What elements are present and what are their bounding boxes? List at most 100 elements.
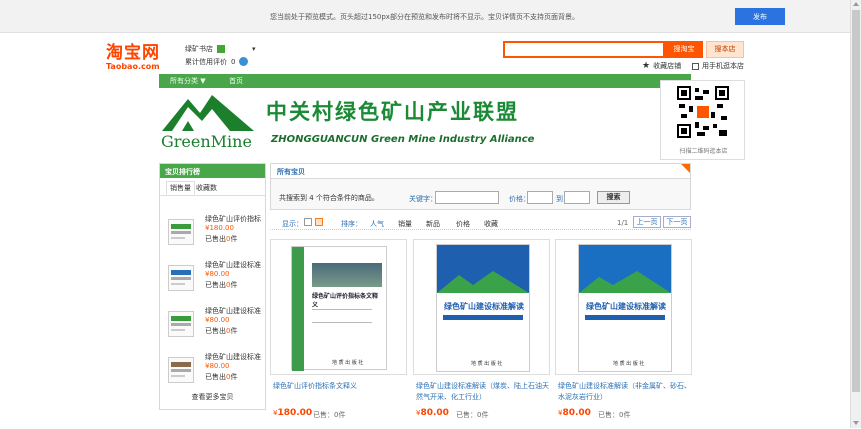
product-image[interactable]: 绿色矿山评价指标条文释义 地 质 出 版 社 (270, 239, 407, 375)
search-input[interactable] (503, 41, 665, 58)
nav-all-categories[interactable]: 所有分类 ▼ (170, 76, 206, 86)
vertical-scrollbar[interactable] (850, 0, 861, 428)
qr-caption: 扫描二维码逛本店 (679, 148, 728, 155)
mobile-label: 用手机逛本店 (702, 62, 744, 70)
product-name-link[interactable]: 绿色矿山建设标准 (205, 352, 263, 362)
preview-message: 您当前处于预览模式。页头超过150px部分在预览和发布时将不显示。宝贝详情页不支… (270, 13, 579, 21)
keyword-input[interactable] (435, 191, 499, 204)
list-item[interactable]: 绿色矿山评价指标 ¥180.00 已售出0件 (168, 214, 264, 254)
scroll-up-icon[interactable] (853, 2, 859, 6)
product-name-link[interactable]: 绿色矿山评价指标 (205, 214, 263, 224)
list-item[interactable]: 绿色矿山建设标准 ¥80.00 已售出0件 (168, 352, 264, 392)
display-label: 显示： (282, 220, 303, 228)
product-name-link[interactable]: 绿色矿山建设标准解读（非金属矿、砂石、水泥灰岩行业） (558, 381, 692, 403)
filter-bar: 共搜索到 4 个符合条件的商品。 关键字： 价格： 到 搜索 (270, 178, 691, 210)
product-thumb[interactable] (168, 219, 194, 245)
list-item[interactable]: 绿色矿山建设标准 ¥80.00 已售出0件 (168, 260, 264, 300)
logo-en: Taobao.com (106, 62, 160, 71)
product-price: ¥80.00 (416, 408, 449, 418)
product-image[interactable]: 绿色矿山建设标准解读 地 质 出 版 社 (413, 239, 550, 375)
product-thumb[interactable] (168, 357, 194, 383)
sort-sales[interactable]: 销量 (398, 219, 412, 229)
shop-name[interactable]: 绿矿书店 (185, 44, 213, 54)
ranking-title: 宝贝排行榜 (160, 164, 265, 178)
publish-button[interactable]: 发布 (735, 8, 785, 25)
rating-value: 0 (231, 57, 236, 66)
product-image[interactable]: 绿色矿山建设标准解读 地 质 出 版 社 (555, 239, 692, 375)
sort-favorites[interactable]: 收藏 (484, 219, 498, 229)
page-indicator: 1/1 (617, 219, 629, 227)
banner-title-en: ZHONGGUANCUN Green Mine Industry Allianc… (271, 134, 535, 145)
corner-decoration-icon (681, 164, 690, 173)
favorite-shop-link[interactable]: ★ 收藏店铺 (642, 61, 681, 71)
sort-popularity[interactable]: 人气 (370, 219, 384, 229)
book-mountain-icon (437, 271, 529, 293)
book-cover: 绿色矿山建设标准解读 地 质 出 版 社 (578, 244, 672, 372)
product-card[interactable]: 绿色矿山建设标准解读 地 质 出 版 社 绿色矿山建设标准解读（非金属矿、砂石、… (555, 239, 692, 429)
list-item[interactable]: 绿色矿山建设标准 ¥80.00 已售出0件 (168, 306, 264, 346)
ranking-tabs: 销售量 收藏数 (160, 181, 265, 196)
product-name-link[interactable]: 绿色矿山建设标准 (205, 260, 263, 270)
filter-search-button[interactable]: 搜索 (597, 191, 630, 204)
price-max-input[interactable] (564, 191, 590, 204)
product-card[interactable]: 绿色矿山建设标准解读 地 质 出 版 社 绿色矿山建设标准解读（煤炭、陆上石油天… (413, 239, 550, 429)
all-items-header: 所有宝贝 (270, 163, 691, 178)
sort-new[interactable]: 新品 (426, 219, 440, 229)
taobao-logo[interactable]: 淘宝网 Taobao.com (106, 38, 160, 71)
main-content: 所有宝贝 共搜索到 4 个符合条件的商品。 关键字： 价格： 到 搜索 显示： … (270, 163, 692, 429)
next-page-button[interactable]: 下一页 (663, 216, 691, 228)
favorite-label: 收藏店铺 (653, 62, 682, 70)
book-cover-title: 绿色矿山评价指标条文释义 (312, 293, 379, 309)
prev-page-button[interactable]: 上一页 (633, 216, 661, 228)
book-mountain-icon (579, 271, 671, 293)
search-taobao-button[interactable]: 搜淘宝 (665, 41, 703, 58)
list-view-icon[interactable] (304, 218, 312, 226)
tab-favorites[interactable]: 收藏数 (196, 183, 217, 193)
banner-title-cn: 中关村绿色矿山产业联盟 (266, 99, 519, 124)
all-items-title: 所有宝贝 (277, 168, 305, 176)
price-min-input[interactable] (527, 191, 553, 204)
book-publisher: 地 质 出 版 社 (613, 361, 645, 367)
grid-view-icon[interactable] (315, 218, 323, 226)
shop-banner: GreenMine 中关村绿色矿山产业联盟 ZHONGGUANCUN Green… (159, 88, 691, 158)
shop-badge-icon (217, 44, 225, 53)
sort-bar: 显示： 排序： 人气 销量 新品 价格 收藏 1/1 上一页 下一页 (270, 215, 691, 230)
view-more-link[interactable]: 查看更多宝贝 (160, 392, 265, 402)
rating-label: 累计信用评价 (185, 57, 227, 66)
tabs-divider (160, 195, 265, 196)
qrcode-icon (692, 62, 699, 70)
book-publisher: 地 质 出 版 社 (471, 361, 503, 367)
product-price: ¥80.00 (205, 362, 230, 370)
qr-code-box: 扫描二维码逛本店 (660, 80, 745, 160)
product-name-link[interactable]: 绿色矿山建设标准解读（煤炭、陆上石油天然气开采、化工行业） (416, 381, 550, 403)
product-price: ¥80.00 (205, 316, 230, 324)
book-cover-title: 绿色矿山建设标准解读 (444, 302, 524, 311)
result-count: 共搜索到 4 个符合条件的商品。 (279, 194, 379, 202)
qr-code-icon (677, 86, 729, 138)
product-card[interactable]: 绿色矿山评价指标条文释义 地 质 出 版 社 绿色矿山评价指标条文释义 ¥180… (270, 239, 407, 429)
product-price: ¥180.00 (205, 224, 234, 232)
price-to-label: 到 (556, 195, 563, 203)
product-sold: 已售出0件 (205, 373, 238, 381)
product-price: ¥80.00 (558, 408, 591, 418)
logo-cn: 淘宝网 (106, 43, 160, 63)
sort-label: 排序： (341, 220, 362, 228)
product-name-link[interactable]: 绿色矿山建设标准 (205, 306, 263, 316)
product-thumb[interactable] (168, 311, 194, 337)
book-cover-title: 绿色矿山建设标准解读 (586, 302, 666, 311)
greenmine-logo-text: GreenMine (161, 132, 252, 151)
rating-info-icon[interactable] (239, 57, 249, 66)
keyword-label: 关键字： (409, 195, 437, 203)
mobile-shop-link[interactable]: 用手机逛本店 (692, 61, 744, 71)
product-sold: 已售：0件 (313, 411, 346, 419)
shop-dropdown-icon[interactable]: ▾ (252, 45, 256, 53)
nav-home[interactable]: 首页 (229, 76, 243, 86)
star-icon: ★ (642, 61, 651, 71)
scroll-thumb[interactable] (852, 10, 860, 392)
product-thumb[interactable] (168, 265, 194, 291)
sort-price[interactable]: 价格 (456, 219, 470, 229)
search-shop-button[interactable]: 搜本店 (706, 41, 744, 58)
scroll-down-icon[interactable] (853, 421, 859, 425)
product-name-link[interactable]: 绿色矿山评价指标条文释义 (273, 381, 407, 392)
tab-sales[interactable]: 销售量 (166, 181, 195, 195)
